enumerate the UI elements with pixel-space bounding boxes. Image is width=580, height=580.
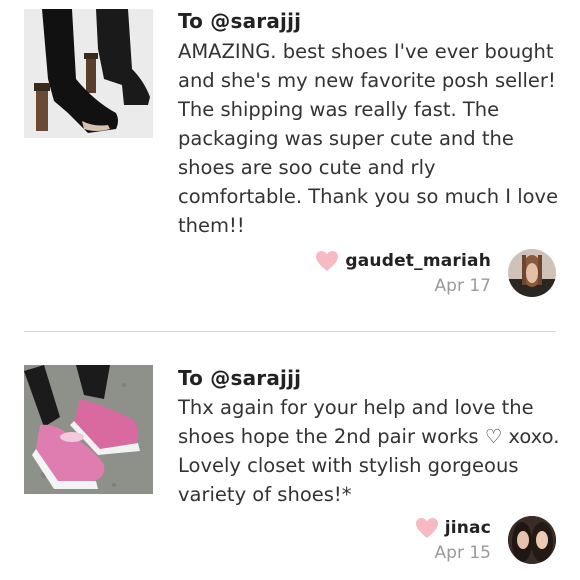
review-divider — [24, 331, 556, 332]
review-card: To @sarajjj AMAZING. best shoes I've eve… — [0, 0, 580, 330]
recipient-label[interactable]: To @sarajjj — [178, 9, 301, 33]
user-avatar-photo-icon — [508, 249, 556, 297]
review-date: Apr 17 — [434, 276, 491, 296]
recipient-label[interactable]: To @sarajjj — [178, 366, 301, 390]
review-card: To @sarajjj Thx again for your help and … — [0, 333, 580, 580]
listing-thumbnail[interactable] — [24, 365, 153, 494]
avatar[interactable] — [508, 516, 556, 564]
listing-thumbnail[interactable] — [24, 9, 153, 138]
user-avatar-photo-icon — [508, 516, 556, 564]
review-message: AMAZING. best shoes I've ever bought and… — [178, 40, 559, 237]
author-username[interactable]: gaudet_mariah — [345, 251, 491, 271]
author-row[interactable]: jinac — [415, 517, 491, 539]
author-row[interactable]: gaudet_mariah — [315, 250, 491, 272]
review-message: Thx again for your help and love the sho… — [178, 396, 560, 506]
heart-icon[interactable] — [315, 250, 339, 272]
author-username[interactable]: jinac — [445, 518, 491, 538]
pink-slip-on-sneakers-image — [24, 365, 153, 494]
heart-icon[interactable] — [415, 517, 439, 539]
review-date: Apr 15 — [434, 543, 491, 563]
reviews-feed: To @sarajjj AMAZING. best shoes I've eve… — [0, 0, 580, 580]
avatar[interactable] — [508, 249, 556, 297]
black-heeled-sock-boot-image — [24, 9, 153, 138]
